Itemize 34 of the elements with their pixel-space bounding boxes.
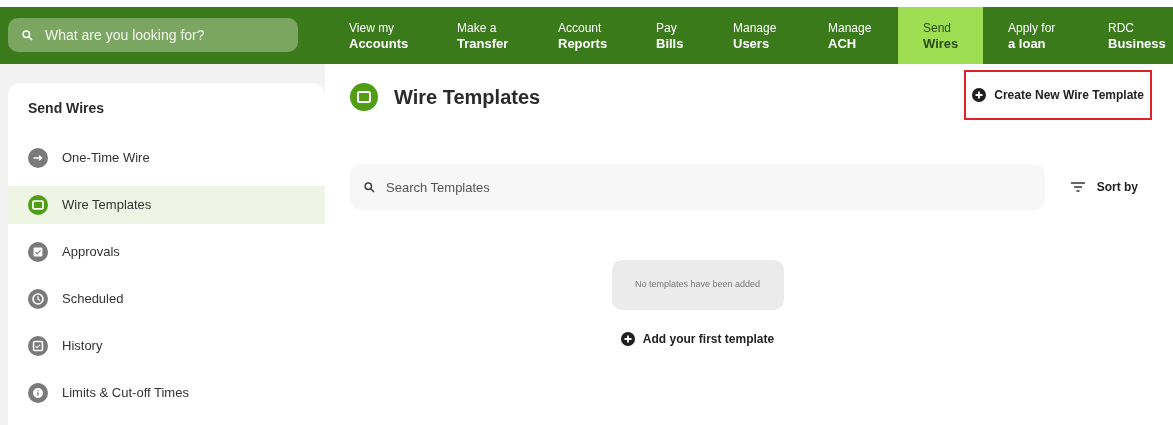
- sidebar-item[interactable]: Limits & Cut-off Times: [8, 374, 325, 412]
- create-template-button[interactable]: Create New Wire Template: [964, 70, 1152, 120]
- nav-tab[interactable]: Manage Users: [733, 7, 777, 64]
- add-template-link[interactable]: Add your first template: [620, 330, 775, 348]
- page-title: Wire Templates: [394, 85, 541, 110]
- nav-tab[interactable]: Account Reports: [558, 7, 608, 64]
- info-icon: [28, 383, 48, 403]
- nav-tab[interactable]: Send Wires: [898, 7, 983, 64]
- sort-icon: [1070, 182, 1085, 192]
- calendar-icon: [28, 336, 48, 356]
- sidebar-item[interactable]: History: [8, 327, 325, 365]
- nav-tab[interactable]: View my Accounts: [349, 7, 409, 64]
- sort-button[interactable]: Sort by: [1064, 177, 1144, 197]
- sidebar-title: Send Wires: [27, 99, 106, 118]
- folder-icon: [350, 83, 378, 111]
- search-field[interactable]: What are you looking for?: [8, 18, 298, 52]
- sidebar-item[interactable]: Scheduled: [8, 280, 325, 318]
- checkbox-icon: [28, 242, 48, 262]
- search-icon: [22, 30, 33, 41]
- plus-icon: [620, 332, 635, 346]
- sidebar-item[interactable]: Approvals: [8, 233, 325, 271]
- nav-tab[interactable]: Manage ACH: [828, 7, 872, 64]
- empty-message: No templates have been added: [611, 260, 784, 310]
- search-field[interactable]: Search Templates: [350, 164, 1045, 210]
- sidebar-item[interactable]: One-Time Wire: [8, 139, 325, 177]
- clock-icon: [28, 289, 48, 309]
- nav-tab[interactable]: Pay Bills: [656, 7, 684, 64]
- nav-tab[interactable]: Make a Transfer: [457, 7, 509, 64]
- nav-tab[interactable]: RDC Business: [1108, 7, 1166, 64]
- nav-tab[interactable]: Apply for a loan: [1008, 7, 1056, 64]
- plus-icon: [972, 88, 987, 102]
- folder-icon: [28, 195, 48, 215]
- sidebar-item[interactable]: Wire Templates: [8, 186, 325, 224]
- search-icon: [364, 182, 375, 193]
